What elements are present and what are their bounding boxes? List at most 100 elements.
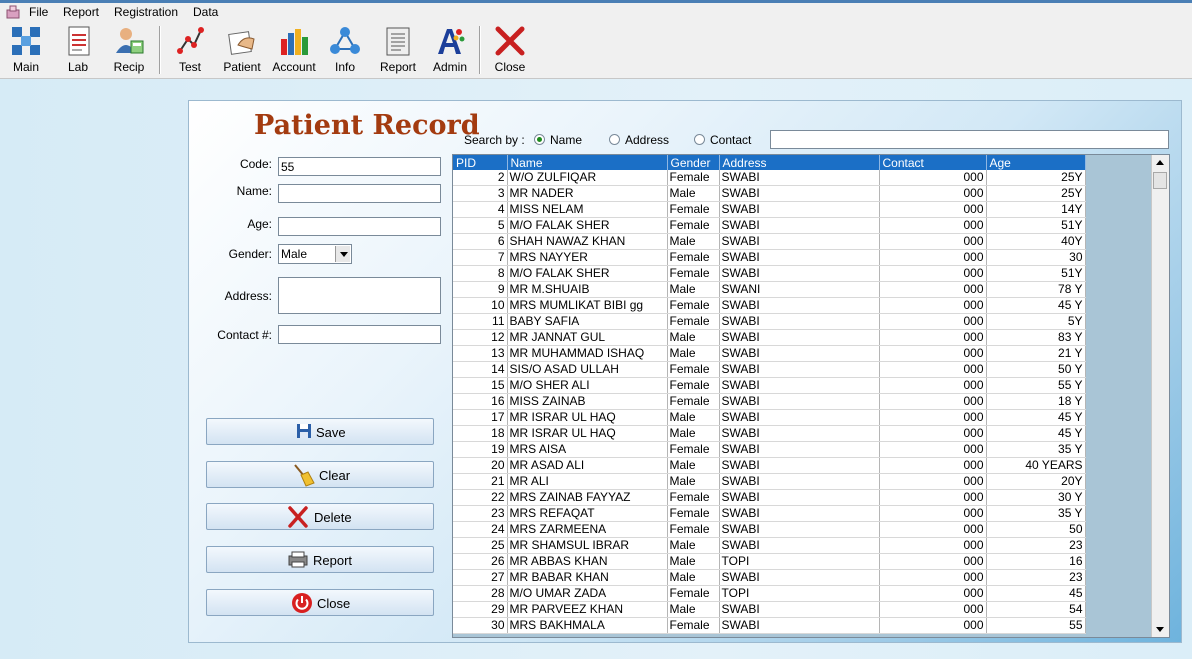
table-row[interactable]: 23 MRS REFAQAT Female SWABI 000 35 Y [453, 505, 1086, 522]
report-button[interactable]: Report [206, 546, 434, 573]
table-row[interactable]: 26 MR ABBAS KHAN Male TOPI 000 16 [453, 553, 1086, 570]
table-row[interactable]: 9 MR M.SHUAIB Male SWANI 000 78 Y [453, 281, 1086, 298]
table-cell-name: MRS BAKHMALA [507, 617, 668, 634]
toolbar-test-button[interactable]: Test [169, 23, 211, 76]
delete-x-icon [288, 506, 308, 528]
contact-field[interactable] [278, 325, 441, 344]
menu-data[interactable]: Data [193, 5, 218, 20]
chevron-down-icon[interactable] [335, 246, 350, 262]
toolbar-main-button[interactable]: Main [5, 23, 47, 76]
column-header-name[interactable]: Name [507, 155, 668, 170]
table-cell-gender: Female [667, 489, 720, 506]
table-cell-contact: 000 [879, 505, 987, 522]
table-row[interactable]: 17 MR ISRAR UL HAQ Male SWABI 000 45 Y [453, 409, 1086, 426]
lab-icon [68, 26, 90, 56]
recipient-icon [116, 28, 144, 54]
table-cell-gender: Female [667, 201, 720, 218]
scrollbar-thumb[interactable] [1153, 172, 1167, 189]
table-row[interactable]: 24 MRS ZARMEENA Female SWABI 000 50 [453, 521, 1086, 538]
toolbar-lab-button[interactable]: Lab [57, 23, 99, 76]
menu-file[interactable]: File [29, 5, 48, 20]
table-cell-contact: 000 [879, 617, 987, 634]
table-cell-gender: Female [667, 361, 720, 378]
table-row[interactable]: 18 MR ISRAR UL HAQ Male SWABI 000 45 Y [453, 425, 1086, 442]
delete-button[interactable]: Delete [206, 503, 434, 530]
table-cell-gender: Female [667, 441, 720, 458]
table-cell-age: 51Y [986, 217, 1086, 234]
close-button[interactable]: Close [206, 589, 434, 616]
table-row[interactable]: 6 SHAH NAWAZ KHAN Male SWABI 000 40Y [453, 233, 1086, 250]
gender-select[interactable]: Male [278, 244, 352, 264]
table-row[interactable]: 4 MISS NELAM Female SWABI 000 14Y [453, 201, 1086, 218]
table-cell-name: MR ISRAR UL HAQ [507, 425, 668, 442]
toolbar-admin-button[interactable]: Admin [428, 23, 472, 76]
table-row[interactable]: 5 M/O FALAK SHER Female SWABI 000 51Y [453, 217, 1086, 234]
save-button[interactable]: Save [206, 418, 434, 445]
column-header-address[interactable]: Address [719, 155, 880, 170]
toolbar-close-button[interactable]: Close [489, 23, 531, 76]
table-row[interactable]: 14 SIS/O ASAD ULLAH Female SWABI 000 50 Y [453, 361, 1086, 378]
table-row[interactable]: 19 MRS AISA Female SWABI 000 35 Y [453, 441, 1086, 458]
table-row[interactable]: 27 MR BABAR KHAN Male SWABI 000 23 [453, 569, 1086, 586]
table-cell-contact: 000 [879, 361, 987, 378]
table-cell-age: 5Y [986, 313, 1086, 330]
table-cell-age: 23 [986, 537, 1086, 554]
toolbar-account-button[interactable]: Account [269, 23, 319, 76]
table-cell-gender: Female [667, 393, 720, 410]
table-row[interactable]: 10 MRS MUMLIKAT BIBI gg Female SWABI 000 45 Y [453, 297, 1086, 314]
table-row[interactable]: 16 MISS ZAINAB Female SWABI 000 18 Y [453, 393, 1086, 410]
table-cell-age: 16 [986, 553, 1086, 570]
toolbar-patient-button[interactable]: Patient [220, 23, 264, 76]
clear-button-label: Clear [319, 468, 351, 483]
scroll-up-icon[interactable] [1152, 155, 1168, 171]
table-row[interactable]: 11 BABY SAFIA Female SWABI 000 5Y [453, 313, 1086, 330]
table-cell-age: 55 Y [986, 377, 1086, 394]
name-field[interactable] [278, 184, 441, 203]
scroll-down-icon[interactable] [1152, 621, 1168, 637]
table-row[interactable]: 28 M/O UMAR ZADA Female TOPI 000 45 [453, 585, 1086, 602]
patient-grid[interactable]: PID Name Gender Address Contact Age 2 W/O… [452, 154, 1170, 638]
table-row[interactable]: 29 MR PARVEEZ KHAN Male SWABI 000 54 [453, 601, 1086, 618]
table-cell-gender: Male [667, 281, 720, 298]
table-cell-gender: Male [667, 409, 720, 426]
age-field[interactable] [278, 217, 441, 236]
column-header-age[interactable]: Age [986, 155, 1086, 170]
table-cell-address: SWABI [719, 617, 880, 634]
table-row[interactable]: 20 MR ASAD ALI Male SWABI 000 40 YEARS [453, 457, 1086, 474]
table-cell-address: SWANI [719, 281, 880, 298]
column-header-gender[interactable]: Gender [667, 155, 720, 170]
table-cell-pid: 14 [453, 361, 508, 378]
table-row[interactable]: 21 MR ALI Male SWABI 000 20Y [453, 473, 1086, 490]
toolbar-report-button[interactable]: Report [376, 23, 420, 76]
table-row[interactable]: 8 M/O FALAK SHER Female SWABI 000 51Y [453, 265, 1086, 282]
table-row[interactable]: 7 MRS NAYYER Female SWABI 000 30 [453, 249, 1086, 266]
radio-label: Name [550, 133, 583, 147]
table-row[interactable]: 25 MR SHAMSUL IBRAR Male SWABI 000 23 [453, 537, 1086, 554]
table-cell-contact: 000 [879, 313, 987, 330]
table-row[interactable]: 13 MR MUHAMMAD ISHAQ Male SWABI 000 21 Y [453, 345, 1086, 362]
column-header-pid[interactable]: PID [453, 155, 508, 170]
table-row[interactable]: 15 M/O SHER ALI Female SWABI 000 55 Y [453, 377, 1086, 394]
table-row[interactable]: 30 MRS BAKHMALA Female SWABI 000 55 [453, 617, 1086, 634]
table-row[interactable]: 2 W/O ZULFIQAR Female SWABI 000 25Y [453, 170, 1086, 186]
menu-registration[interactable]: Registration [114, 5, 178, 20]
column-header-contact[interactable]: Contact [879, 155, 987, 170]
vertical-scrollbar[interactable] [1151, 155, 1169, 637]
table-cell-name: MISS ZAINAB [507, 393, 668, 410]
address-field[interactable] [278, 277, 441, 314]
toolbar-info-button[interactable]: Info [324, 23, 366, 76]
clear-button[interactable]: Clear [206, 461, 434, 488]
toolbar-recip-button[interactable]: Recip [108, 23, 150, 76]
search-input[interactable] [770, 130, 1169, 149]
table-row[interactable]: 3 MR NADER Male SWABI 000 25Y [453, 185, 1086, 202]
code-field[interactable] [278, 157, 441, 176]
menu-report[interactable]: Report [63, 5, 99, 20]
table-cell-address: SWABI [719, 313, 880, 330]
toolbar-lab-label: Lab [67, 60, 89, 74]
table-cell-contact: 000 [879, 601, 987, 618]
table-cell-address: SWABI [719, 233, 880, 250]
table-row[interactable]: 22 MRS ZAINAB FAYYAZ Female SWABI 000 30 Y [453, 489, 1086, 506]
table-cell-contact: 000 [879, 281, 987, 298]
table-cell-pid: 12 [453, 329, 508, 346]
table-row[interactable]: 12 MR JANNAT GUL Male SWABI 000 83 Y [453, 329, 1086, 346]
